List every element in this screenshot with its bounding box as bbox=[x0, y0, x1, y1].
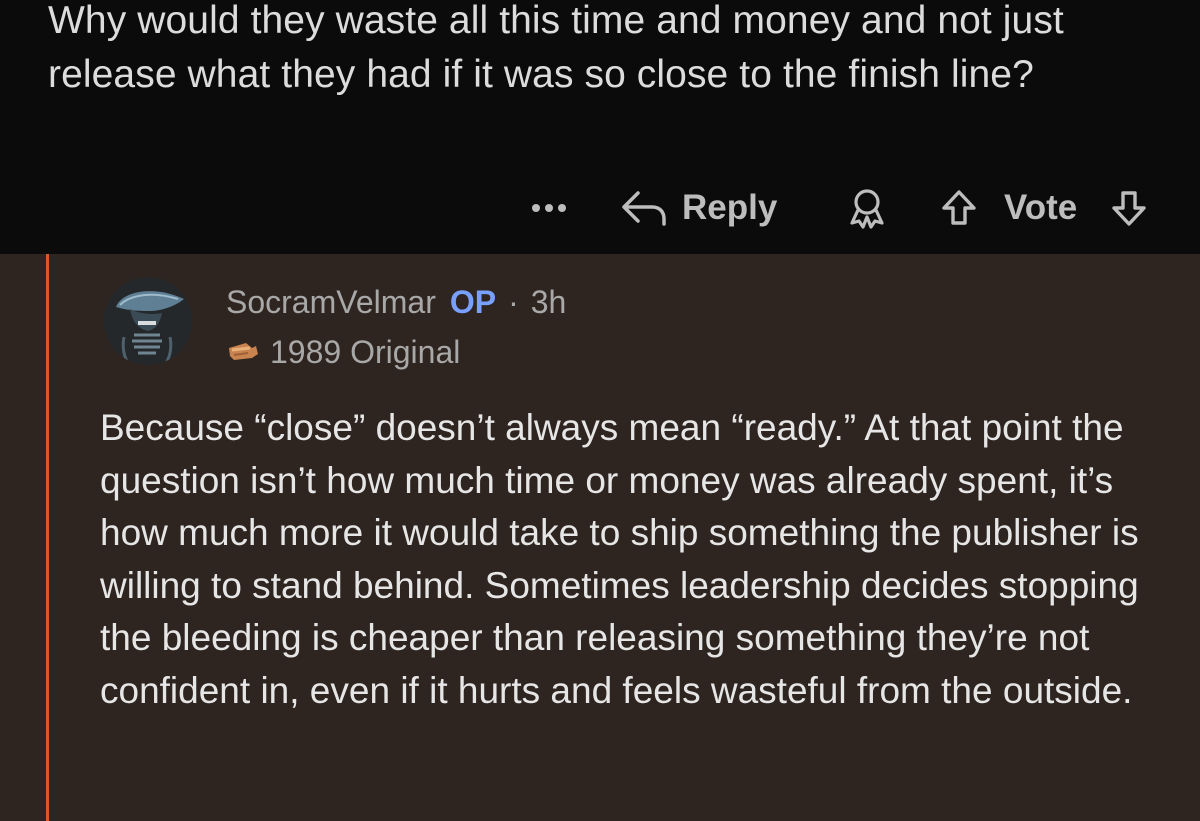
user-flair: 1989 Original bbox=[226, 330, 460, 374]
comment-meta: SocramVelmar OP · 3h bbox=[226, 280, 566, 324]
reply-comment: SocramVelmar OP · 3h 1989 Original Becau… bbox=[0, 254, 1200, 821]
parent-comment-body: Why would they waste all this time and m… bbox=[48, 0, 1064, 96]
upvote-arrow-icon bbox=[942, 190, 976, 225]
vote-label: Vote bbox=[1004, 188, 1078, 227]
reply-arrow-icon bbox=[622, 191, 666, 226]
more-dots-icon bbox=[532, 204, 566, 212]
award-icon bbox=[850, 189, 884, 229]
op-badge: OP bbox=[449, 283, 497, 320]
reply-comment-body: Because “close” doesn’t always mean “rea… bbox=[100, 407, 1139, 711]
avatar[interactable] bbox=[104, 277, 192, 365]
parent-comment: Why would they waste all this time and m… bbox=[0, 0, 1200, 254]
meta-separator: · bbox=[508, 283, 519, 320]
flair-badge-icon bbox=[229, 343, 258, 360]
timestamp: 3h bbox=[530, 283, 567, 320]
upvote-button[interactable] bbox=[937, 180, 981, 236]
more-options-button[interactable] bbox=[526, 180, 572, 236]
flair-text: 1989 Original bbox=[270, 333, 461, 370]
downvote-button[interactable] bbox=[1104, 180, 1154, 236]
username-link[interactable]: SocramVelmar bbox=[226, 284, 436, 321]
reply-button[interactable]: Reply bbox=[620, 180, 777, 236]
thread-line[interactable] bbox=[46, 254, 49, 821]
downvote-arrow-icon bbox=[1112, 191, 1146, 226]
vote-count: Vote bbox=[1004, 180, 1077, 236]
alien-avatar-icon bbox=[104, 277, 192, 365]
comment-thread: Why would they waste all this time and m… bbox=[0, 0, 1200, 821]
reply-label: Reply bbox=[682, 188, 778, 227]
award-button[interactable] bbox=[842, 180, 892, 236]
